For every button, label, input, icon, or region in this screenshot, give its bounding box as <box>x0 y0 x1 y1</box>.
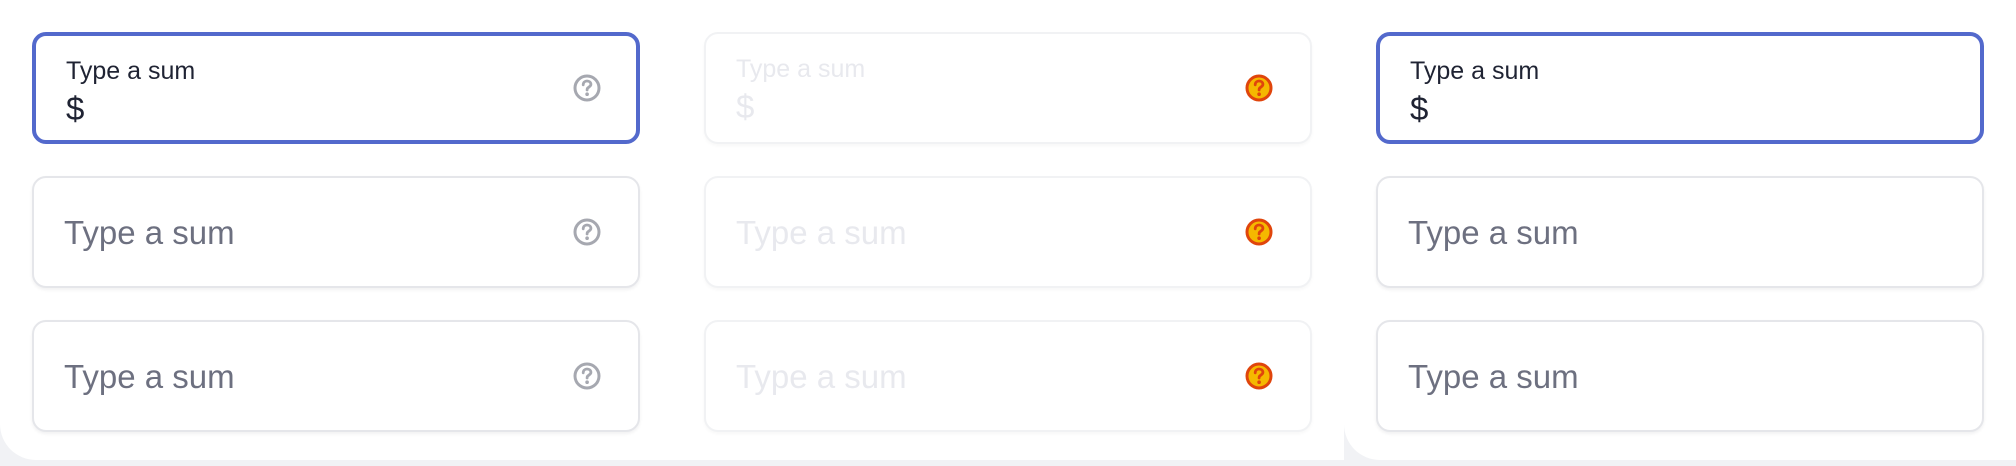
currency-prefix: $ <box>736 88 755 125</box>
sum-input[interactable]: Type a sum <box>1376 176 1984 288</box>
help-circle-icon[interactable] <box>572 217 602 247</box>
field-column-default: Type a sum $ Type a sum Type a sum <box>0 0 672 460</box>
help-circle-icon[interactable] <box>1244 217 1274 247</box>
help-circle-icon[interactable] <box>1244 73 1274 103</box>
field-placeholder: Type a sum <box>1408 358 1579 395</box>
help-circle-icon[interactable] <box>572 73 602 103</box>
field-label: Type a sum <box>1410 57 1540 85</box>
help-circle-icon[interactable] <box>1244 361 1274 391</box>
sum-input[interactable]: Type a sum <box>32 176 640 288</box>
sum-input-disabled: Type a sum <box>704 320 1312 432</box>
field-placeholder: Type a sum <box>736 214 907 251</box>
field-placeholder: Type a sum <box>736 358 907 395</box>
field-column-disabled: Type a sum $ Type a sum Type a sum <box>672 0 1344 460</box>
field-column-no-icon: Type a sum $ Type a sum Type a sum <box>1344 0 2016 460</box>
sum-input-disabled: Type a sum <box>704 176 1312 288</box>
field-label: Type a sum <box>66 57 196 85</box>
sum-input-focused[interactable]: Type a sum $ <box>32 32 640 144</box>
sum-input[interactable]: Type a sum <box>32 320 640 432</box>
sum-input[interactable]: Type a sum <box>1376 320 1984 432</box>
field-placeholder: Type a sum <box>64 214 235 251</box>
field-label: Type a sum <box>736 55 866 83</box>
currency-prefix: $ <box>1410 90 1429 127</box>
field-placeholder: Type a sum <box>64 358 235 395</box>
help-circle-icon[interactable] <box>572 361 602 391</box>
field-placeholder: Type a sum <box>1408 214 1579 251</box>
sum-input-focused[interactable]: Type a sum $ <box>1376 32 1984 144</box>
sum-input-disabled: Type a sum $ <box>704 32 1312 144</box>
currency-prefix: $ <box>66 90 85 127</box>
